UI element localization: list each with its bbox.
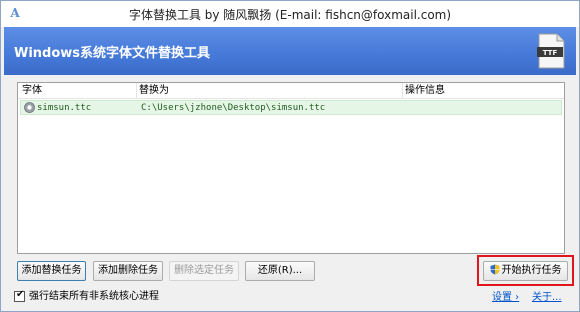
force-kill-label[interactable]: 强行结束所有非系统核心进程 <box>29 291 159 303</box>
start-task-button[interactable]: 开始执行任务 <box>483 261 568 281</box>
force-kill-checkbox[interactable]: ✔ <box>14 289 25 302</box>
cell-font: simsun.ttc <box>37 103 92 113</box>
cell-replace-with: C:\Users\jzhone\Desktop\simsun.ttc <box>141 103 326 113</box>
add-replace-task-button[interactable]: 添加替换任务 <box>17 261 86 281</box>
column-header-info[interactable]: 操作信息 <box>405 84 445 98</box>
restore-button[interactable]: 还原(R)... <box>245 261 315 281</box>
ttf-icon-label: TTF <box>543 49 558 57</box>
list-header: 字体 替换为 操作信息 <box>18 83 564 99</box>
header-banner: Windows系统字体文件替换工具 TTF <box>4 27 576 75</box>
uac-shield-icon <box>490 264 499 275</box>
title-bar[interactable]: A 字体替换工具 by 随风飘扬 (E-mail: fishcn@foxmail… <box>1 1 579 27</box>
column-divider[interactable] <box>402 83 403 99</box>
table-row[interactable]: simsun.ttc C:\Users\jzhone\Desktop\simsu… <box>20 100 562 115</box>
window-title: 字体替换工具 by 随风飘扬 (E-mail: fishcn@foxmail.c… <box>128 8 452 22</box>
add-delete-task-button[interactable]: 添加删除任务 <box>93 261 163 281</box>
settings-link[interactable]: 设置 › <box>492 288 519 303</box>
start-task-label: 开始执行任务 <box>501 265 562 276</box>
checkmark-icon: ✔ <box>16 289 25 300</box>
header-title: Windows系统字体文件替换工具 <box>14 46 211 61</box>
column-header-replace-with[interactable]: 替换为 <box>139 84 169 98</box>
task-list[interactable]: 字体 替换为 操作信息 simsun.ttc C:\Users\jzhone\D… <box>17 82 565 254</box>
main-window: A 字体替换工具 by 随风飘扬 (E-mail: fishcn@foxmail… <box>0 0 580 312</box>
column-divider[interactable] <box>136 83 137 99</box>
task-status-icon <box>24 102 35 113</box>
column-header-font[interactable]: 字体 <box>22 84 42 98</box>
about-link[interactable]: 关于... <box>532 288 562 303</box>
delete-selected-task-button[interactable]: 删除选定任务 <box>169 261 239 281</box>
ttf-file-icon: TTF <box>537 33 565 69</box>
